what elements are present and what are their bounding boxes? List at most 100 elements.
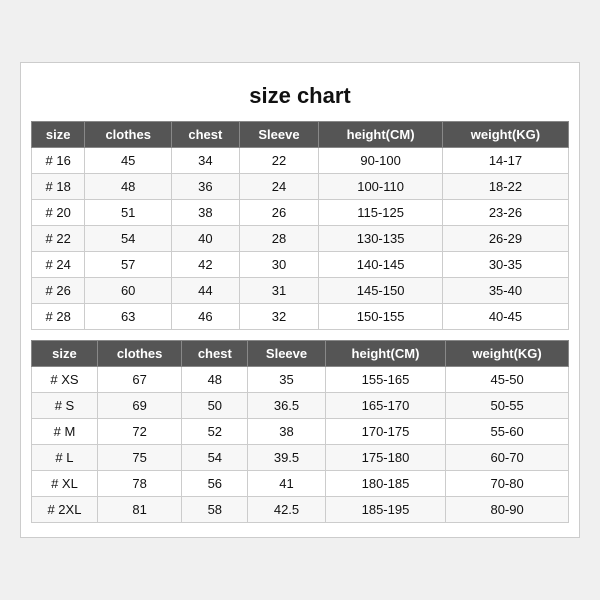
table-cell: 185-195 [325, 497, 445, 523]
table-cell: 78 [97, 471, 181, 497]
table-row: # 1645342290-10014-17 [32, 148, 569, 174]
table-cell: # 22 [32, 226, 85, 252]
table-row: # S695036.5165-17050-55 [32, 393, 569, 419]
table-cell: # 26 [32, 278, 85, 304]
table-cell: 150-155 [319, 304, 443, 330]
table-cell: 26 [239, 200, 319, 226]
table-row: # 18483624100-11018-22 [32, 174, 569, 200]
table-cell: 42 [172, 252, 240, 278]
chart-title: size chart [31, 73, 569, 121]
table-cell: # 2XL [32, 497, 98, 523]
table-cell: 69 [97, 393, 181, 419]
table-cell: 28 [239, 226, 319, 252]
table-row: # 20513826115-12523-26 [32, 200, 569, 226]
table-cell: 30 [239, 252, 319, 278]
table-cell: 70-80 [446, 471, 569, 497]
column-header: Sleeve [239, 122, 319, 148]
table-cell: 52 [182, 419, 248, 445]
column-header: clothes [97, 341, 181, 367]
table-cell: 81 [97, 497, 181, 523]
table-cell: 50-55 [446, 393, 569, 419]
table-cell: # 18 [32, 174, 85, 200]
table-cell: 140-145 [319, 252, 443, 278]
table-cell: 54 [182, 445, 248, 471]
table-cell: # M [32, 419, 98, 445]
table-row: # XS674835155-16545-50 [32, 367, 569, 393]
column-header: height(CM) [325, 341, 445, 367]
table-cell: 170-175 [325, 419, 445, 445]
size-chart-card: size chart sizeclotheschestSleeveheight(… [20, 62, 580, 538]
table-cell: 14-17 [442, 148, 568, 174]
table-cell: 58 [182, 497, 248, 523]
table-cell: # 16 [32, 148, 85, 174]
table-cell: 75 [97, 445, 181, 471]
table-cell: # 24 [32, 252, 85, 278]
column-header: size [32, 341, 98, 367]
table-cell: # XS [32, 367, 98, 393]
table-cell: 22 [239, 148, 319, 174]
table-row: # XL785641180-18570-80 [32, 471, 569, 497]
table-cell: # 20 [32, 200, 85, 226]
table-cell: 57 [85, 252, 172, 278]
table-cell: 48 [85, 174, 172, 200]
table-cell: 115-125 [319, 200, 443, 226]
table-row: # 26604431145-15035-40 [32, 278, 569, 304]
table-cell: 145-150 [319, 278, 443, 304]
table-cell: 155-165 [325, 367, 445, 393]
table-cell: 67 [97, 367, 181, 393]
table-cell: 39.5 [248, 445, 326, 471]
table-gap [31, 330, 569, 340]
table-cell: 18-22 [442, 174, 568, 200]
table-cell: 90-100 [319, 148, 443, 174]
table-cell: 31 [239, 278, 319, 304]
column-header: chest [182, 341, 248, 367]
table-cell: 36.5 [248, 393, 326, 419]
table-cell: 55-60 [446, 419, 569, 445]
size-table-2: sizeclotheschestSleeveheight(CM)weight(K… [31, 340, 569, 523]
table-row: # 24574230140-14530-35 [32, 252, 569, 278]
table-cell: 35-40 [442, 278, 568, 304]
table-cell: 80-90 [446, 497, 569, 523]
column-header: Sleeve [248, 341, 326, 367]
table-cell: 30-35 [442, 252, 568, 278]
table-cell: # XL [32, 471, 98, 497]
table-cell: 46 [172, 304, 240, 330]
table-cell: 51 [85, 200, 172, 226]
table-cell: 56 [182, 471, 248, 497]
table-cell: 23-26 [442, 200, 568, 226]
table-cell: 32 [239, 304, 319, 330]
table-cell: 60-70 [446, 445, 569, 471]
size-table-1: sizeclotheschestSleeveheight(CM)weight(K… [31, 121, 569, 330]
table-cell: 180-185 [325, 471, 445, 497]
table-cell: 45-50 [446, 367, 569, 393]
table-cell: 50 [182, 393, 248, 419]
table-cell: 24 [239, 174, 319, 200]
table-row: # 28634632150-15540-45 [32, 304, 569, 330]
table-row: # 2XL815842.5185-19580-90 [32, 497, 569, 523]
column-header: weight(KG) [442, 122, 568, 148]
column-header: chest [172, 122, 240, 148]
table-cell: 36 [172, 174, 240, 200]
table-cell: 63 [85, 304, 172, 330]
table-cell: 72 [97, 419, 181, 445]
table-row: # M725238170-17555-60 [32, 419, 569, 445]
table-cell: 165-170 [325, 393, 445, 419]
table-cell: 100-110 [319, 174, 443, 200]
table-cell: 26-29 [442, 226, 568, 252]
table-cell: 41 [248, 471, 326, 497]
table-cell: 60 [85, 278, 172, 304]
column-header: weight(KG) [446, 341, 569, 367]
table-cell: 38 [172, 200, 240, 226]
table-cell: 44 [172, 278, 240, 304]
table-cell: 40 [172, 226, 240, 252]
table-cell: 40-45 [442, 304, 568, 330]
table-cell: 34 [172, 148, 240, 174]
table-cell: 175-180 [325, 445, 445, 471]
column-header: size [32, 122, 85, 148]
table-cell: 38 [248, 419, 326, 445]
table-row: # 22544028130-13526-29 [32, 226, 569, 252]
column-header: clothes [85, 122, 172, 148]
table-cell: # L [32, 445, 98, 471]
column-header: height(CM) [319, 122, 443, 148]
table-cell: # S [32, 393, 98, 419]
